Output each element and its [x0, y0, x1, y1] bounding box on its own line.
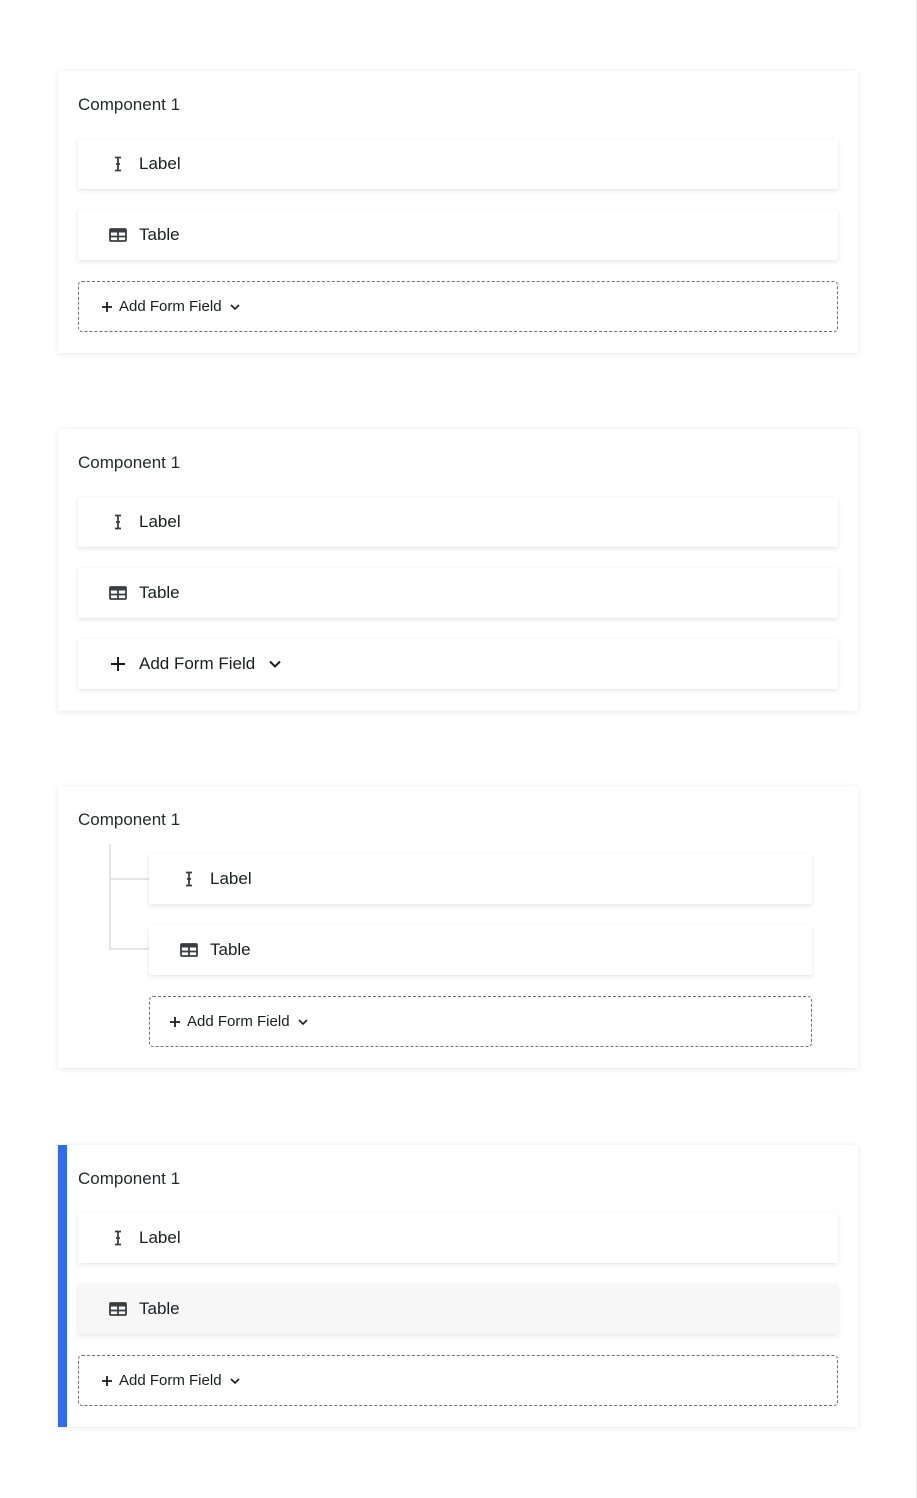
add-form-field-button[interactable]: Add Form Field: [101, 298, 241, 315]
field-label: Label: [139, 512, 181, 531]
add-field-dropzone[interactable]: Add Form Field: [149, 996, 812, 1047]
add-form-field-button[interactable]: Add Form Field: [169, 1013, 309, 1030]
add-form-field-label: Add Form Field: [119, 1372, 222, 1389]
text-cursor-icon: [109, 1229, 127, 1247]
add-field-dropzone[interactable]: Add Form Field: [78, 1355, 838, 1406]
field-label: Table: [210, 940, 251, 959]
tree-connector: [109, 878, 149, 880]
field-label: Table: [139, 583, 180, 602]
field-row-table[interactable]: Table: [149, 925, 812, 975]
plus-icon: [170, 1016, 180, 1027]
table-icon: [180, 941, 198, 959]
component-card-4-selected[interactable]: Component 1 Label Table Add Form Field: [58, 1145, 858, 1427]
table-icon: [109, 226, 127, 244]
add-form-field-label: Add Form Field: [187, 1013, 290, 1030]
text-cursor-icon: [109, 513, 127, 531]
chevron-down-icon: [297, 1018, 308, 1025]
plus-icon: [102, 301, 112, 312]
component-card-3[interactable]: Component 1 Label Table Add Form Field: [58, 786, 858, 1068]
add-field-dropzone[interactable]: Add Form Field: [78, 281, 838, 332]
table-icon: [109, 584, 127, 602]
field-row-table[interactable]: Table: [78, 568, 838, 618]
component-title: Component 1: [78, 95, 181, 114]
add-form-field-label: Add Form Field: [139, 654, 256, 673]
field-row-table-hovered[interactable]: Table: [78, 1284, 838, 1334]
text-cursor-icon: [180, 870, 198, 888]
add-form-field-button[interactable]: Add Form Field: [78, 639, 838, 689]
add-form-field-button[interactable]: Add Form Field: [101, 1372, 241, 1389]
table-icon: [109, 1300, 127, 1318]
field-label: Label: [210, 869, 252, 888]
text-cursor-icon: [109, 155, 127, 173]
field-row-label[interactable]: Label: [78, 497, 838, 547]
tree-connector: [109, 844, 111, 950]
tree-connector: [109, 948, 149, 950]
chevron-down-icon: [269, 660, 281, 668]
field-label: Label: [139, 154, 181, 173]
plus-icon: [102, 1375, 112, 1386]
chevron-down-icon: [229, 1377, 240, 1384]
field-label: Table: [139, 225, 180, 244]
chevron-down-icon: [229, 303, 240, 310]
component-title: Component 1: [78, 453, 181, 472]
field-row-label[interactable]: Label: [78, 1213, 838, 1263]
field-row-label[interactable]: Label: [78, 139, 838, 189]
field-label: Table: [139, 1299, 180, 1318]
field-label: Label: [139, 1228, 181, 1247]
component-card-1[interactable]: Component 1 Label Table Add Form Field: [58, 71, 858, 353]
add-form-field-label: Add Form Field: [119, 298, 222, 315]
component-title: Component 1: [78, 1169, 181, 1188]
plus-icon: [111, 657, 125, 671]
component-card-2[interactable]: Component 1 Label Table Add Form Field: [58, 429, 858, 711]
component-title: Component 1: [78, 810, 181, 829]
field-row-table[interactable]: Table: [78, 210, 838, 260]
field-row-label[interactable]: Label: [149, 854, 812, 904]
